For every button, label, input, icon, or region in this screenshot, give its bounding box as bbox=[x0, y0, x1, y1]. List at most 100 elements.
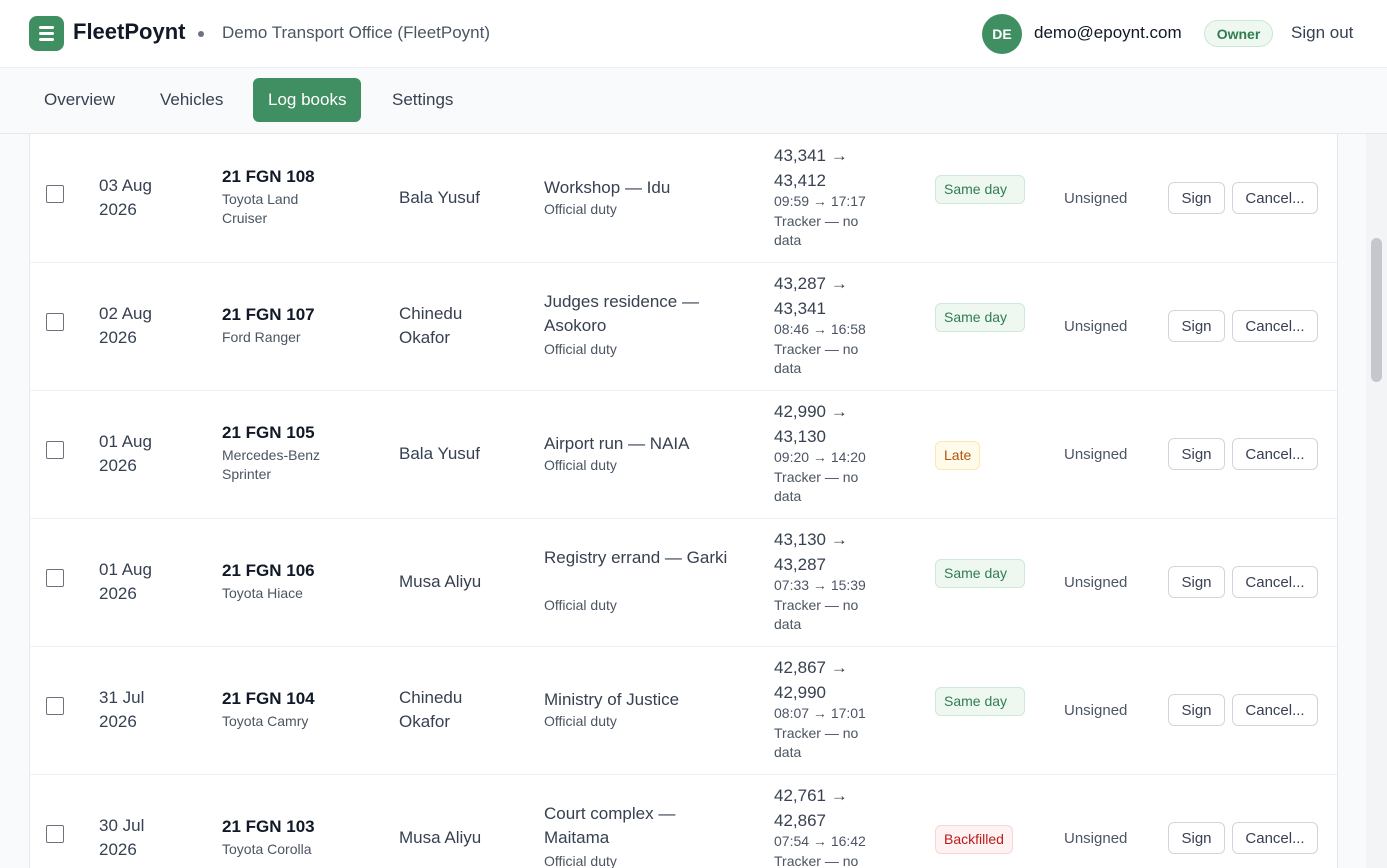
sign-button[interactable]: Sign bbox=[1168, 310, 1225, 342]
vehicle-model: Toyota Hiace bbox=[222, 585, 303, 601]
signature-status: Unsigned bbox=[1064, 190, 1128, 207]
trip-date-year: 2026 bbox=[99, 456, 137, 475]
driver-name: Chinedu Okafor bbox=[399, 304, 463, 347]
cancel-button[interactable]: Cancel... bbox=[1232, 310, 1318, 342]
timing-badge: Same day bbox=[935, 687, 1025, 716]
logbook-table: 03 Aug 2026 21 FGN 108 Toyota Land Cruiser B… bbox=[29, 134, 1338, 868]
tracker-status: Tracker — no data bbox=[774, 597, 859, 632]
trip-date-day: 01 Aug bbox=[99, 560, 152, 579]
tracker-status: Tracker — no data bbox=[774, 213, 859, 248]
trip-date-year: 2026 bbox=[99, 200, 137, 219]
vehicle-model: Mercedes-Benz Sprinter bbox=[222, 447, 321, 482]
cancel-button[interactable]: Cancel... bbox=[1232, 822, 1318, 854]
timing-badge: Backfilled bbox=[935, 825, 1013, 854]
vehicle-model: Toyota Corolla bbox=[222, 841, 312, 857]
trip-date-day: 01 Aug bbox=[99, 432, 152, 451]
trip-destination: Registry errand — Garki bbox=[544, 548, 728, 567]
trip-times: 08:46 → 16:58 bbox=[774, 321, 866, 337]
row-checkbox[interactable] bbox=[46, 441, 64, 459]
trip-date-year: 2026 bbox=[99, 584, 137, 603]
trip-purpose: Official duty bbox=[544, 713, 617, 729]
logbook-content: 03 Aug 2026 21 FGN 108 Toyota Land Cruiser B… bbox=[0, 134, 1387, 868]
odometer-start: 43,287 → bbox=[774, 274, 848, 293]
tab-log-books[interactable]: Log books bbox=[253, 78, 362, 122]
tracker-status: Tracker — no data bbox=[774, 341, 859, 376]
odometer-end: 43,341 bbox=[774, 299, 826, 318]
trip-date-day: 03 Aug bbox=[99, 176, 152, 195]
odometer-start: 42,990 → bbox=[774, 402, 848, 421]
sign-button[interactable]: Sign bbox=[1168, 694, 1225, 726]
trip-date-day: 31 Jul bbox=[99, 688, 145, 707]
timing-badge: Same day bbox=[935, 303, 1025, 332]
trip-times: 09:20 → 14:20 bbox=[774, 449, 866, 465]
row-checkbox[interactable] bbox=[46, 697, 64, 715]
role-badge: Owner bbox=[1204, 20, 1273, 47]
driver-name: Musa Aliyu bbox=[399, 572, 482, 591]
timing-badge: Late bbox=[935, 441, 981, 470]
trip-times: 09:59 → 17:17 bbox=[774, 193, 866, 209]
top-header: FleetPoynt Demo Transport Office (FleetP… bbox=[0, 0, 1387, 68]
trip-date-day: 02 Aug bbox=[99, 304, 152, 323]
driver-name: Bala Yusuf bbox=[399, 444, 480, 463]
table-row: 31 Jul 2026 21 FGN 104 Toyota Camry Chinedu … bbox=[30, 646, 1337, 775]
vehicle-plate[interactable]: 21 FGN 105 bbox=[222, 422, 315, 444]
tracker-status: Tracker — no data bbox=[774, 853, 859, 868]
scrollbar-thumb[interactable] bbox=[1371, 238, 1382, 382]
trip-purpose: Official duty bbox=[544, 201, 617, 217]
cancel-button[interactable]: Cancel... bbox=[1232, 566, 1318, 598]
cancel-button[interactable]: Cancel... bbox=[1232, 438, 1318, 470]
page-scrollbar[interactable] bbox=[1366, 134, 1387, 868]
trip-date-year: 2026 bbox=[99, 328, 137, 347]
odometer-start: 42,761 → bbox=[774, 786, 848, 805]
row-checkbox[interactable] bbox=[46, 825, 64, 843]
odometer-end: 42,990 bbox=[774, 683, 826, 702]
user-email: demo@epoynt.com bbox=[1034, 23, 1182, 42]
trip-date: 30 Jul 2026 bbox=[99, 814, 189, 862]
vehicle-plate[interactable]: 21 FGN 103 bbox=[222, 816, 315, 838]
sign-button[interactable]: Sign bbox=[1168, 822, 1225, 854]
fleetpoynt-logo-icon[interactable] bbox=[29, 16, 64, 51]
row-checkbox[interactable] bbox=[46, 185, 64, 203]
odometer-end: 43,287 bbox=[774, 555, 826, 574]
sign-button[interactable]: Sign bbox=[1168, 566, 1225, 598]
table-row: 01 Aug 2026 21 FGN 106 Toyota Hiace Musa Ali… bbox=[30, 518, 1337, 647]
tracker-status: Tracker — no data bbox=[774, 725, 859, 760]
vehicle-plate[interactable]: 21 FGN 107 bbox=[222, 304, 315, 326]
trip-purpose: Official duty bbox=[544, 341, 617, 357]
main-nav: Overview Vehicles Log books Settings bbox=[0, 68, 1387, 134]
driver-name: Chinedu Okafor bbox=[399, 688, 463, 731]
cancel-button[interactable]: Cancel... bbox=[1232, 182, 1318, 214]
separator-dot bbox=[198, 31, 204, 37]
signature-status: Unsigned bbox=[1064, 830, 1128, 847]
vehicle-plate[interactable]: 21 FGN 104 bbox=[222, 688, 315, 710]
vehicle-model: Ford Ranger bbox=[222, 329, 301, 345]
row-checkbox[interactable] bbox=[46, 313, 64, 331]
signature-status: Unsigned bbox=[1064, 702, 1128, 719]
odometer-end: 43,412 bbox=[774, 171, 826, 190]
tab-overview[interactable]: Overview bbox=[29, 78, 130, 122]
timing-badge: Same day bbox=[935, 175, 1025, 204]
brand-name[interactable]: FleetPoynt bbox=[73, 19, 185, 45]
sign-button[interactable]: Sign bbox=[1168, 182, 1225, 214]
trip-times: 07:54 → 16:42 bbox=[774, 833, 866, 849]
driver-name: Bala Yusuf bbox=[399, 188, 480, 207]
tab-settings[interactable]: Settings bbox=[377, 78, 468, 122]
odometer-end: 42,867 bbox=[774, 811, 826, 830]
vehicle-plate[interactable]: 21 FGN 108 bbox=[222, 166, 315, 188]
table-row: 03 Aug 2026 21 FGN 108 Toyota Land Cruiser B… bbox=[30, 134, 1337, 263]
tab-vehicles[interactable]: Vehicles bbox=[145, 78, 238, 122]
trip-date: 01 Aug 2026 bbox=[99, 430, 189, 478]
driver-name: Musa Aliyu bbox=[399, 828, 482, 847]
sign-button[interactable]: Sign bbox=[1168, 438, 1225, 470]
trip-date: 02 Aug 2026 bbox=[99, 302, 189, 350]
trip-destination: Judges residence — Asokoro bbox=[544, 292, 699, 335]
sign-out-link[interactable]: Sign out bbox=[1291, 23, 1353, 43]
odometer-start: 43,130 → bbox=[774, 530, 848, 549]
cancel-button[interactable]: Cancel... bbox=[1232, 694, 1318, 726]
trip-destination: Workshop — Idu bbox=[544, 178, 671, 197]
trip-purpose: Official duty bbox=[544, 457, 617, 473]
vehicle-plate[interactable]: 21 FGN 106 bbox=[222, 560, 315, 582]
user-avatar[interactable]: DE bbox=[982, 14, 1022, 54]
trip-purpose: Official duty bbox=[544, 597, 617, 613]
row-checkbox[interactable] bbox=[46, 569, 64, 587]
